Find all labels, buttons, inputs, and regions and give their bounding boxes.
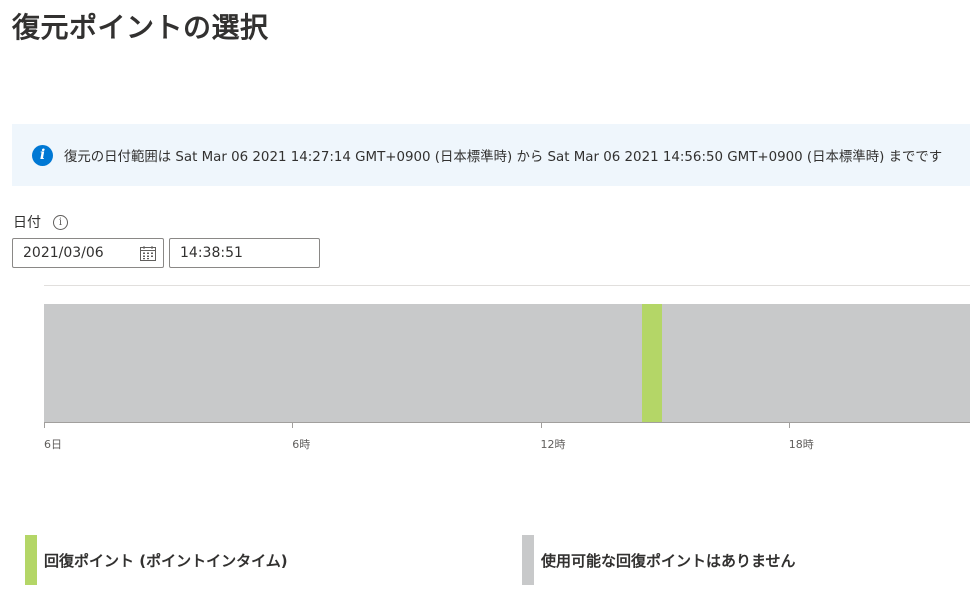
calendar-icon[interactable] bbox=[140, 246, 156, 265]
time-input-value: 14:38:51 bbox=[180, 245, 243, 261]
timeline-axis bbox=[44, 422, 970, 423]
legend-label: 使用可能な回復ポイントはありません bbox=[541, 551, 796, 570]
info-icon: i bbox=[32, 144, 53, 166]
axis-tick-label: 6日 bbox=[44, 438, 62, 451]
axis-tick-label: 18時 bbox=[788, 438, 814, 451]
axis-tick bbox=[788, 422, 790, 428]
date-label: 日付 bbox=[13, 215, 41, 231]
date-range-info-text: 復元の日付範囲は Sat Mar 06 2021 14:27:14 GMT+09… bbox=[64, 150, 943, 165]
axis-tick-label: 6時 bbox=[292, 438, 311, 451]
axis-tick bbox=[44, 422, 45, 428]
timeline-top-divider bbox=[44, 285, 970, 286]
legend-item-restore-point: 回復ポイント (ポイントインタイム) bbox=[25, 535, 288, 585]
date-input[interactable]: 2021/03/06 bbox=[12, 238, 164, 268]
axis-tick bbox=[540, 422, 542, 428]
page-title: 復元ポイントの選択 bbox=[12, 11, 269, 44]
date-input-value: 2021/03/06 bbox=[23, 245, 104, 261]
legend-swatch bbox=[522, 535, 534, 585]
date-label-row: 日付 i bbox=[13, 212, 68, 232]
time-input[interactable]: 14:38:51 bbox=[169, 238, 320, 268]
legend-label: 回復ポイント (ポイントインタイム) bbox=[44, 551, 288, 570]
timeline-unavailable-area[interactable] bbox=[44, 304, 970, 422]
axis-tick-label: 12時 bbox=[540, 438, 566, 451]
axis-tick bbox=[292, 422, 294, 428]
restore-point-range-marker[interactable] bbox=[642, 304, 663, 422]
legend-item-unavailable: 使用可能な回復ポイントはありません bbox=[522, 535, 796, 585]
info-circle-icon[interactable]: i bbox=[53, 214, 68, 230]
info-message-bar: i 復元の日付範囲は Sat Mar 06 2021 14:27:14 GMT+… bbox=[12, 124, 970, 186]
legend-swatch bbox=[25, 535, 37, 585]
